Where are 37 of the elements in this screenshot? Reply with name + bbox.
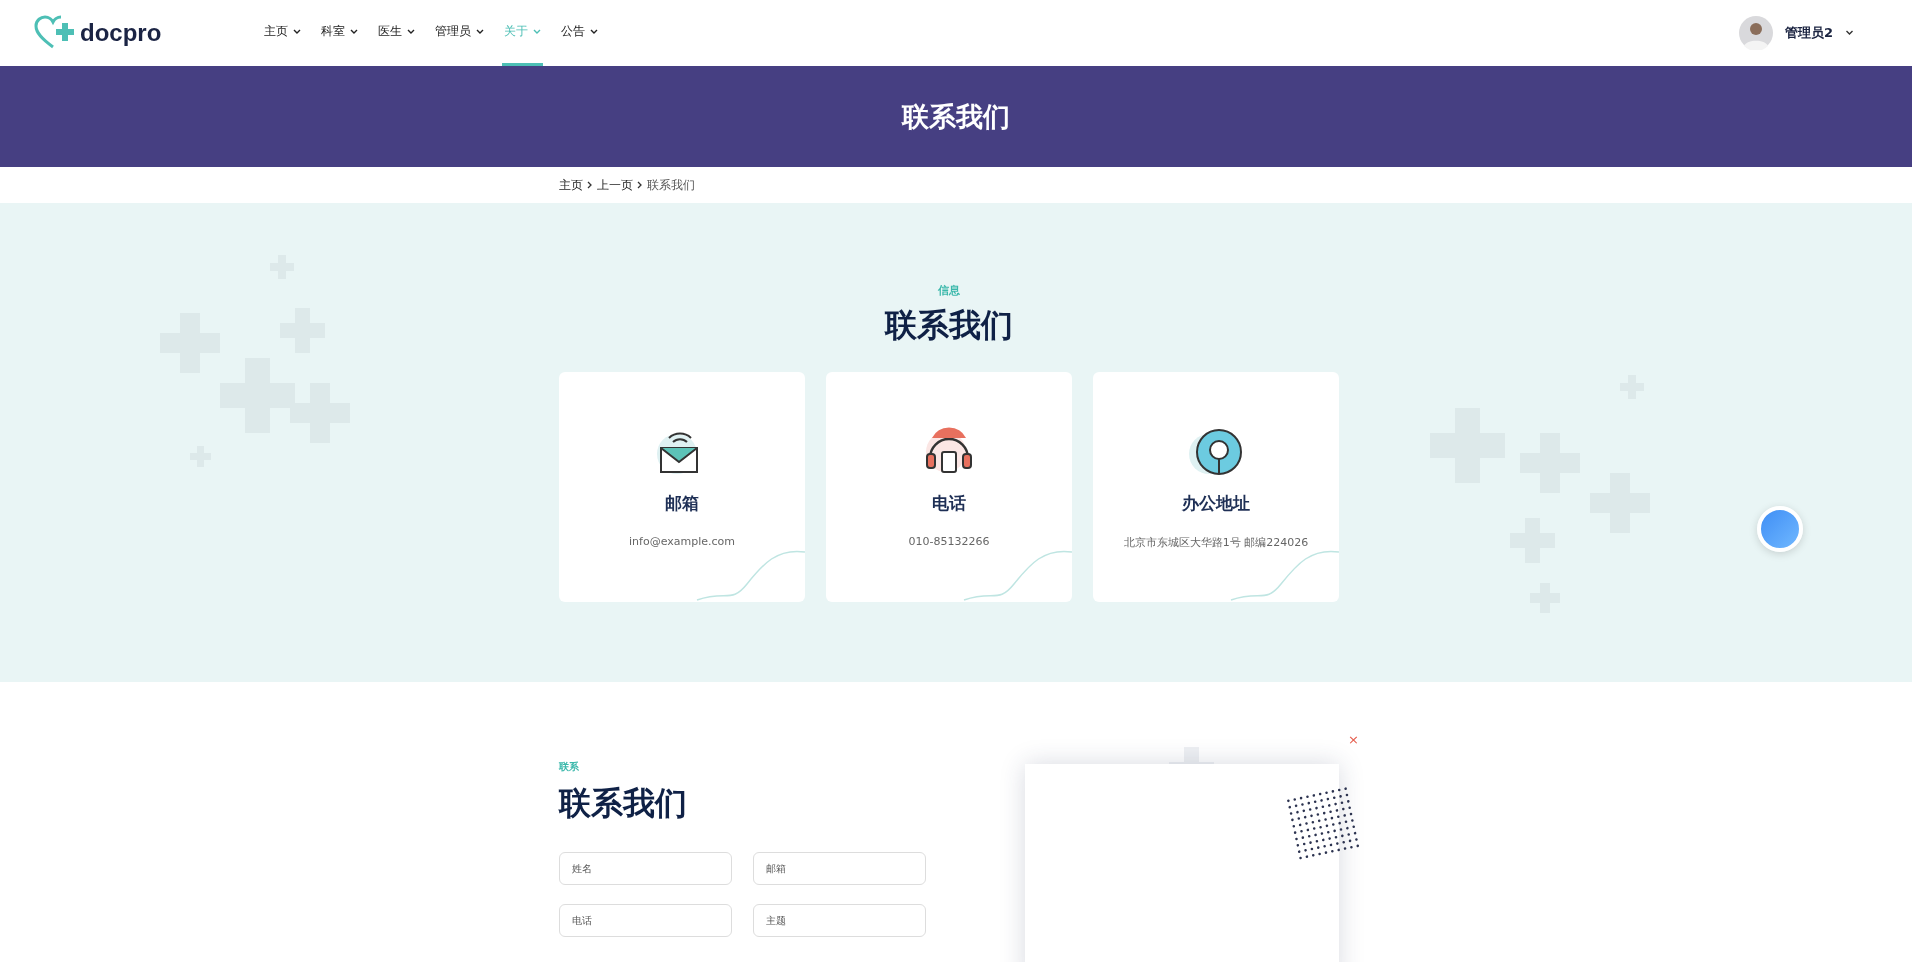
caret-icon[interactable] [1845, 30, 1854, 36]
close-icon[interactable]: × [1348, 732, 1359, 747]
caret-icon [590, 28, 598, 35]
input-field[interactable]: 姓名 [559, 852, 732, 885]
input-field[interactable]: 邮箱 [753, 852, 926, 885]
caret-icon [350, 28, 358, 35]
chevron-icon [587, 181, 593, 189]
input-field[interactable]: 主题 [753, 904, 926, 937]
caret-icon [533, 28, 541, 35]
card-text: 010-85132266 [908, 535, 990, 548]
brand-name[interactable]: docpro [80, 19, 162, 47]
card-title: 电话 [932, 492, 966, 515]
user-name[interactable]: 管理员2 [1784, 24, 1833, 42]
heart-cross-logo-icon [34, 15, 74, 51]
chevron-icon [637, 181, 643, 189]
breadcrumb-link[interactable]: 上一页 [597, 176, 633, 194]
card-title: 办公地址 [1182, 492, 1250, 515]
nav-menu-item[interactable]: 公告 [559, 0, 600, 66]
breadcrumb-link[interactable]: 主页 [559, 176, 583, 194]
nav-menu-item[interactable]: 管理员 [433, 0, 486, 66]
section-heading: 联系我们 [559, 783, 688, 824]
nav-menu-item[interactable]: 医生 [376, 0, 417, 66]
caret-icon [293, 28, 301, 35]
input-field[interactable]: 电话 [559, 904, 732, 937]
card-text: info@example.com [629, 535, 735, 548]
section-eyebrow: 信息 [938, 283, 960, 298]
nav-menu-item[interactable]: 科室 [319, 0, 360, 66]
section-eyebrow: 联系 [559, 760, 580, 774]
section-heading: 联系我们 [885, 305, 1013, 346]
floating-action-button[interactable] [1757, 506, 1803, 552]
caret-icon [407, 28, 415, 35]
card-text: 北京市东城区大华路1号 邮编224026 [1123, 535, 1309, 550]
card-title: 邮箱 [665, 492, 699, 515]
caret-icon [476, 28, 484, 35]
avatar[interactable] [1738, 16, 1773, 50]
nav-menu-item[interactable]: 主页 [262, 0, 303, 66]
banner-title: 联系我们 [902, 99, 1010, 134]
